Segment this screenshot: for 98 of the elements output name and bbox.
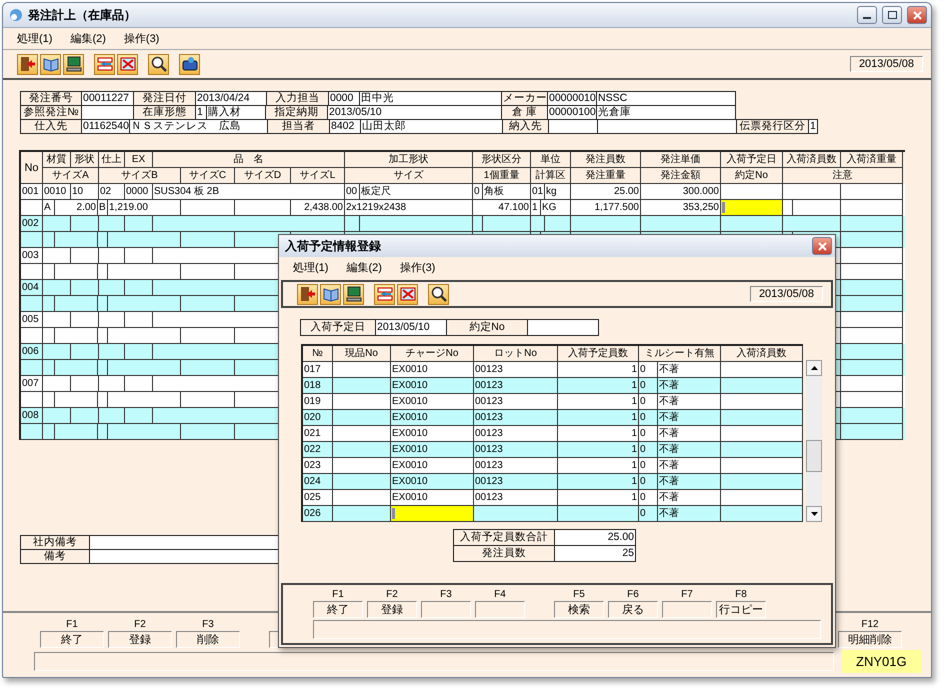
input-field[interactable]: 00000010 [547,91,597,106]
field-label: 伝票発行区分 [736,119,809,134]
column-header: サイズL [291,168,345,184]
function-key-button[interactable]: 明細削除 [838,631,902,648]
window-title: 発注計上（在庫品） [28,6,137,24]
column-header: サイズB [99,168,181,184]
field-label: 入荷予定員数合計 [453,529,555,546]
function-key-button[interactable]: 削除 [176,631,240,648]
field-value: 25 [554,545,636,562]
table-cell: 不著 [658,506,721,522]
column-header: 発注員数 [571,152,641,168]
screen-id-badge: ZNY01G [842,650,921,673]
table-cell: 0 [639,506,658,522]
column-header: 形状 [71,152,99,168]
menu-item[interactable]: 編集(2) [346,260,382,275]
column-header: ロットNo [474,346,558,362]
input-field[interactable]: 8402 [329,119,361,134]
column-header: チャージNo [391,346,474,362]
column-header: 現品No [333,346,391,362]
column-header: 注意 [783,168,903,184]
input-field[interactable]: 00011227 [81,91,134,106]
menu-item[interactable]: 操作(3) [400,260,436,275]
input-field[interactable]: 01162540 [81,119,130,134]
input-field[interactable]: ＮＳステンレス 広島 [129,119,268,134]
column-header: 発注単価 [641,152,721,168]
column-header: 入荷予定日 [721,152,783,168]
function-key-button[interactable]: 登録 [367,601,417,618]
column-header: 仕上 [99,152,125,168]
field-label: 備考 [20,549,90,564]
column-header: サイズA [43,168,99,184]
column-header: ミルシート有無 [639,346,721,362]
table-cell: 026 [303,506,333,522]
input-field[interactable]: 光倉庫 [596,105,736,120]
function-key-label: F3 [202,619,214,631]
menu-item[interactable]: 操作(3) [124,31,160,46]
field-label: 約定No [446,319,528,336]
column-header: 材質 [43,152,71,168]
column-header: サイズ [345,168,473,184]
input-field[interactable]: 00000100 [547,105,597,120]
column-header: 約定No [721,168,783,184]
function-key-label: F8 [735,589,747,601]
field-value: 25.00 [554,529,636,546]
field-label: 入力担当 [266,91,329,106]
column-header: № [303,346,333,362]
field-label: 納入先 [502,119,549,134]
input-field[interactable]: NSSC [596,91,736,106]
field-label: 発注員数 [453,545,555,562]
column-header: 発注重量 [571,168,641,184]
input-field[interactable]: 山田太郎 [360,119,503,134]
function-key-button[interactable]: 終了 [313,601,363,618]
function-key-label: F5 [573,589,585,601]
column-header: 形状区分 [473,152,531,168]
column-header: 加工形状 [345,152,473,168]
input-field[interactable]: 2013/04/24 [195,91,267,106]
function-key-label: F1 [332,589,344,601]
function-key-label: F2 [134,619,146,631]
menu-item[interactable]: 編集(2) [70,31,106,46]
function-key-button[interactable]: 終了 [40,631,104,648]
column-header: サイズC [181,168,235,184]
date-display: 2013/05/08 [850,56,923,72]
field-label: 担当者 [267,119,330,134]
column-header: No [21,152,43,184]
column-header: EX [125,152,153,168]
input-field[interactable]: 2013/05/10 [375,319,447,336]
function-key-button[interactable]: 検索 [554,601,604,618]
dialog-title: 入荷予定情報登録 [285,238,382,254]
input-field[interactable]: 0000 [328,91,360,106]
function-key-label: F4 [494,589,506,601]
menu-item[interactable]: 処理(1) [17,31,52,46]
field-label: 社内備考 [20,535,90,550]
field-label: 入荷予定日 [300,319,376,336]
field-label: 仕入先 [20,119,82,134]
column-header: 単位 [531,152,571,168]
function-key-label: F3 [440,589,452,601]
column-header: 入荷済員数 [721,346,803,362]
menu-item[interactable]: 処理(1) [293,260,328,275]
column-header: 入荷予定員数 [558,346,639,362]
input-field[interactable]: 1 [808,119,818,134]
function-key-label: F2 [386,589,398,601]
date-display: 2013/05/08 [750,286,823,302]
column-header: 計算区 [531,168,571,184]
column-header: 発注金額 [641,168,721,184]
column-header: 入荷済員数 [783,152,841,168]
function-key-label: F7 [681,589,693,601]
function-key-label: F6 [627,589,639,601]
column-header: 品 名 [153,152,345,168]
function-key-button[interactable]: 行コピー [716,601,766,618]
column-header: 1個重量 [473,168,531,184]
function-key-label: F12 [861,619,879,631]
input-field[interactable]: 田中光 [359,91,502,106]
column-header: サイズD [235,168,291,184]
function-key-label: F1 [66,619,78,631]
column-header: 入荷済重量 [841,152,903,168]
input-field[interactable]: 2013/05/10 [327,105,502,120]
field-label: 発注番号 [20,91,82,106]
function-key-button[interactable]: 登録 [108,631,172,648]
function-key-button[interactable]: 戻る [608,601,658,618]
input-field[interactable]: 購入材 [206,105,266,120]
